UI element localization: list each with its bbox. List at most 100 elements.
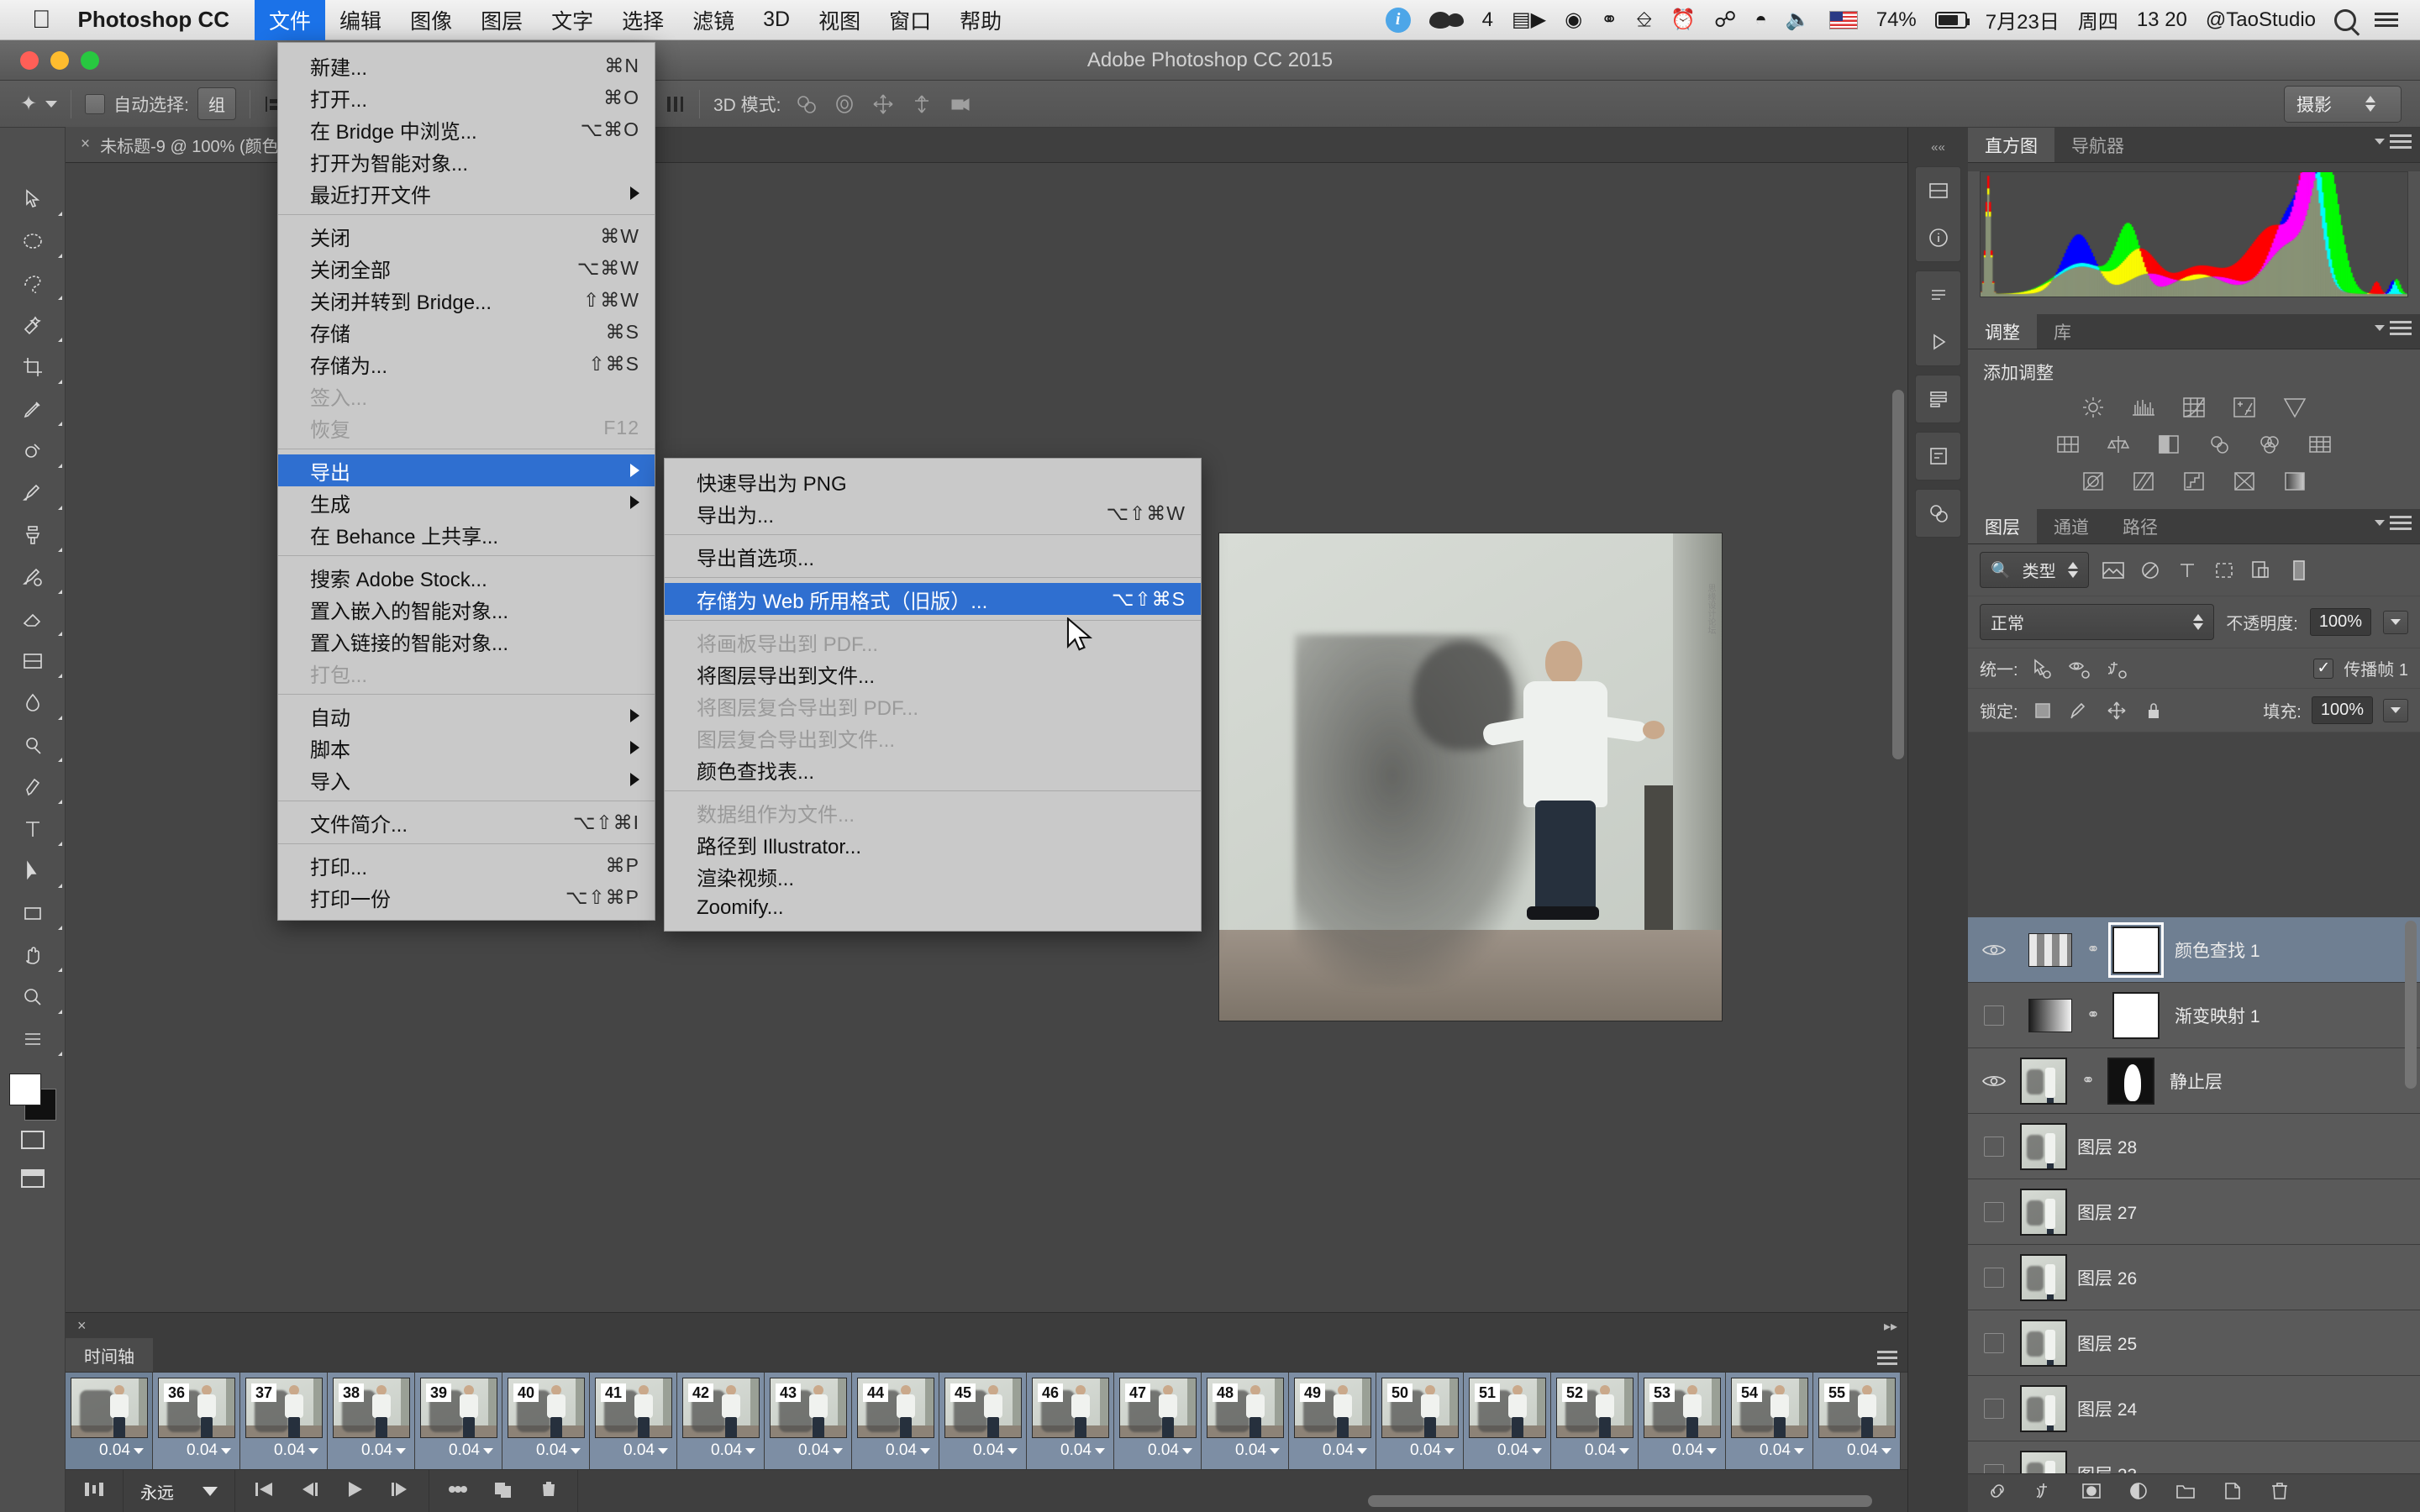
timeline-frame[interactable]: 36 0.04 — [153, 1373, 240, 1469]
layer-thumbnail[interactable] — [2020, 1188, 2067, 1236]
volume-icon[interactable]: 🔈 — [1786, 8, 1811, 32]
file-menu-item-9[interactable]: 存储 ⌘S — [278, 316, 655, 348]
brightness-contrast-icon[interactable] — [2079, 395, 2107, 420]
selective-color-icon[interactable] — [2281, 469, 2309, 494]
blend-mode-select[interactable]: 正常 — [1980, 604, 2215, 640]
frame-delay-select[interactable]: 0.04 — [1556, 1438, 1633, 1463]
chevron-down-icon[interactable] — [658, 1447, 668, 1454]
frame-delay-select[interactable]: 0.04 — [1818, 1438, 1895, 1463]
file-menu-item-6[interactable]: 关闭 ⌘W — [278, 220, 655, 252]
camera-icon[interactable]: ◉ — [1565, 8, 1582, 32]
3d-camera-icon[interactable] — [949, 92, 972, 116]
duplicate-frame-button[interactable] — [492, 1479, 515, 1504]
frame-delay-select[interactable]: 0.04 — [1294, 1438, 1370, 1463]
lock-position-icon[interactable] — [2104, 699, 2129, 722]
3d-pan-icon[interactable] — [871, 92, 895, 116]
threshold-icon[interactable] — [2180, 469, 2208, 494]
chevron-down-icon[interactable] — [1270, 1447, 1280, 1454]
layer-thumbnail[interactable] — [2020, 1253, 2067, 1301]
color-panel-icon[interactable] — [1916, 167, 1960, 214]
move-tool-indicator[interactable]: ✦ — [20, 92, 58, 116]
tween-frames-icon[interactable] — [82, 1479, 106, 1504]
link-layers-icon[interactable] — [1986, 1480, 2008, 1506]
filter-adjustment-icon[interactable] — [2138, 559, 2163, 582]
layer-visibility-toggle[interactable] — [1968, 1073, 2020, 1089]
timeline-frame[interactable]: 39 0.04 — [415, 1373, 502, 1469]
menubar-item-3d[interactable]: 3D — [749, 0, 804, 40]
layer-mask-thumbnail[interactable] — [2108, 921, 2164, 978]
frame-strip[interactable]: 0.04 36 0.04 37 0.04 38 0.04 39 0.04 40 0.04 41 0.04… — [66, 1372, 1907, 1469]
chevron-down-icon[interactable] — [1881, 1447, 1891, 1454]
export-menu-item-16[interactable]: Zoomify... — [665, 892, 1201, 924]
chevron-down-icon[interactable] — [833, 1447, 843, 1454]
chevron-down-icon[interactable] — [45, 100, 58, 108]
timeline-frame[interactable]: 44 0.04 — [852, 1373, 939, 1469]
layer-mask-link-icon[interactable]: ⚭ — [2082, 1005, 2104, 1025]
canvas-image[interactable]: 思缘设计论坛 — [1218, 533, 1723, 1021]
file-menu-item-7[interactable]: 关闭全部 ⌥⌘W — [278, 252, 655, 284]
export-menu-item-0[interactable]: 快速导出为 PNG — [665, 465, 1201, 497]
info-panel-icon[interactable] — [1916, 214, 1960, 261]
opacity-value[interactable]: 100% — [2309, 608, 2371, 636]
file-menu-item-15[interactable]: 生成 — [278, 486, 655, 518]
black-white-icon[interactable] — [2154, 432, 2183, 457]
layer-row[interactable]: ⚭ 静止层 — [1968, 1048, 2420, 1114]
tool-clone-stamp[interactable] — [0, 514, 66, 556]
frame-delay-select[interactable]: 0.04 — [333, 1438, 409, 1463]
3d-roll-icon[interactable] — [833, 92, 856, 116]
layer-filter-type-select[interactable]: 🔍 类型 — [1980, 552, 2089, 588]
lock-all-icon[interactable] — [2141, 699, 2166, 722]
tool-eyedropper[interactable] — [0, 388, 66, 430]
chevron-down-icon[interactable] — [134, 1447, 144, 1454]
new-adjustment-icon[interactable] — [2128, 1480, 2149, 1506]
frame-delay-select[interactable]: 0.04 — [420, 1438, 497, 1463]
screen-mode-button[interactable] — [0, 1159, 66, 1198]
chevron-down-icon[interactable] — [308, 1447, 318, 1454]
fill-value[interactable]: 100% — [2311, 696, 2373, 724]
delete-layer-icon[interactable] — [2269, 1480, 2291, 1506]
menubar-item-window[interactable]: 窗口 — [875, 0, 945, 40]
timeline-frame[interactable]: 55 0.04 — [1813, 1373, 1901, 1469]
actions-panel-icon[interactable] — [1916, 375, 1960, 423]
filter-toggle-switch[interactable] — [2286, 559, 2311, 582]
file-menu-item-2[interactable]: 在 Bridge 中浏览... ⌥⌘O — [278, 113, 655, 145]
tool-zoom[interactable] — [0, 976, 66, 1018]
canvas-vertical-scrollbar[interactable] — [1892, 171, 1904, 1487]
tool-rectangle[interactable] — [0, 892, 66, 934]
chevron-down-icon[interactable] — [571, 1447, 581, 1454]
timeline-frame[interactable]: 50 0.04 — [1376, 1373, 1464, 1469]
file-menu-item-1[interactable]: 打开... ⌘O — [278, 81, 655, 113]
delete-frame-button[interactable] — [537, 1479, 560, 1504]
3d-rotate-icon[interactable] — [794, 92, 818, 116]
layer-thumbnail-colorlookup[interactable] — [2028, 932, 2072, 967]
timeline-collapse-icon[interactable]: ▸▸ — [1884, 1318, 1897, 1335]
fill-slider-button[interactable] — [2383, 698, 2408, 722]
file-menu-item-0[interactable]: 新建... ⌘N — [278, 50, 655, 81]
timeline-frame[interactable]: 46 0.04 — [1027, 1373, 1114, 1469]
layer-row[interactable]: 图层 24 — [1968, 1376, 2420, 1441]
frame-delay-select[interactable]: 0.04 — [595, 1438, 671, 1463]
menubar-item-help[interactable]: 帮助 — [945, 0, 1016, 40]
layer-thumbnail[interactable] — [2020, 1057, 2067, 1105]
filter-pixel-icon[interactable] — [2101, 559, 2126, 582]
timeline-frame[interactable]: 45 0.04 — [939, 1373, 1027, 1469]
keyboard-icon[interactable]: ⎒ — [1636, 8, 1652, 32]
distribute-spacing-icon[interactable] — [664, 93, 686, 115]
frame-delay-select[interactable]: 0.04 — [1469, 1438, 1545, 1463]
layer-row[interactable]: 图层 23 — [1968, 1441, 2420, 1473]
quick-mask-toggle[interactable] — [0, 1121, 66, 1159]
layer-mask-thumbnail[interactable] — [2112, 991, 2160, 1039]
layer-mask-link-icon[interactable]: ⚭ — [2082, 940, 2104, 959]
timeline-frame[interactable]: 0.04 — [66, 1373, 153, 1469]
frame-delay-select[interactable]: 0.04 — [1207, 1438, 1283, 1463]
export-submenu-dropdown[interactable]: 快速导出为 PNG 导出为... ⌥⇧⌘W 导出首选项... 存储为 Web 所用格式（… — [664, 458, 1202, 932]
chevron-down-icon[interactable] — [1794, 1447, 1804, 1454]
video-icon[interactable]: ▤▶ — [1512, 8, 1546, 32]
layer-thumbnail-gradientmap[interactable] — [2028, 998, 2072, 1032]
chevron-down-icon[interactable] — [920, 1447, 930, 1454]
tool-brush[interactable] — [0, 472, 66, 514]
layer-visibility-toggle[interactable] — [1968, 1136, 2020, 1157]
color-swatches[interactable] — [8, 1074, 56, 1121]
export-menu-item-5[interactable]: 存储为 Web 所用格式（旧版）... ⌥⇧⌘S — [665, 583, 1201, 615]
tool-pen[interactable] — [0, 766, 66, 808]
